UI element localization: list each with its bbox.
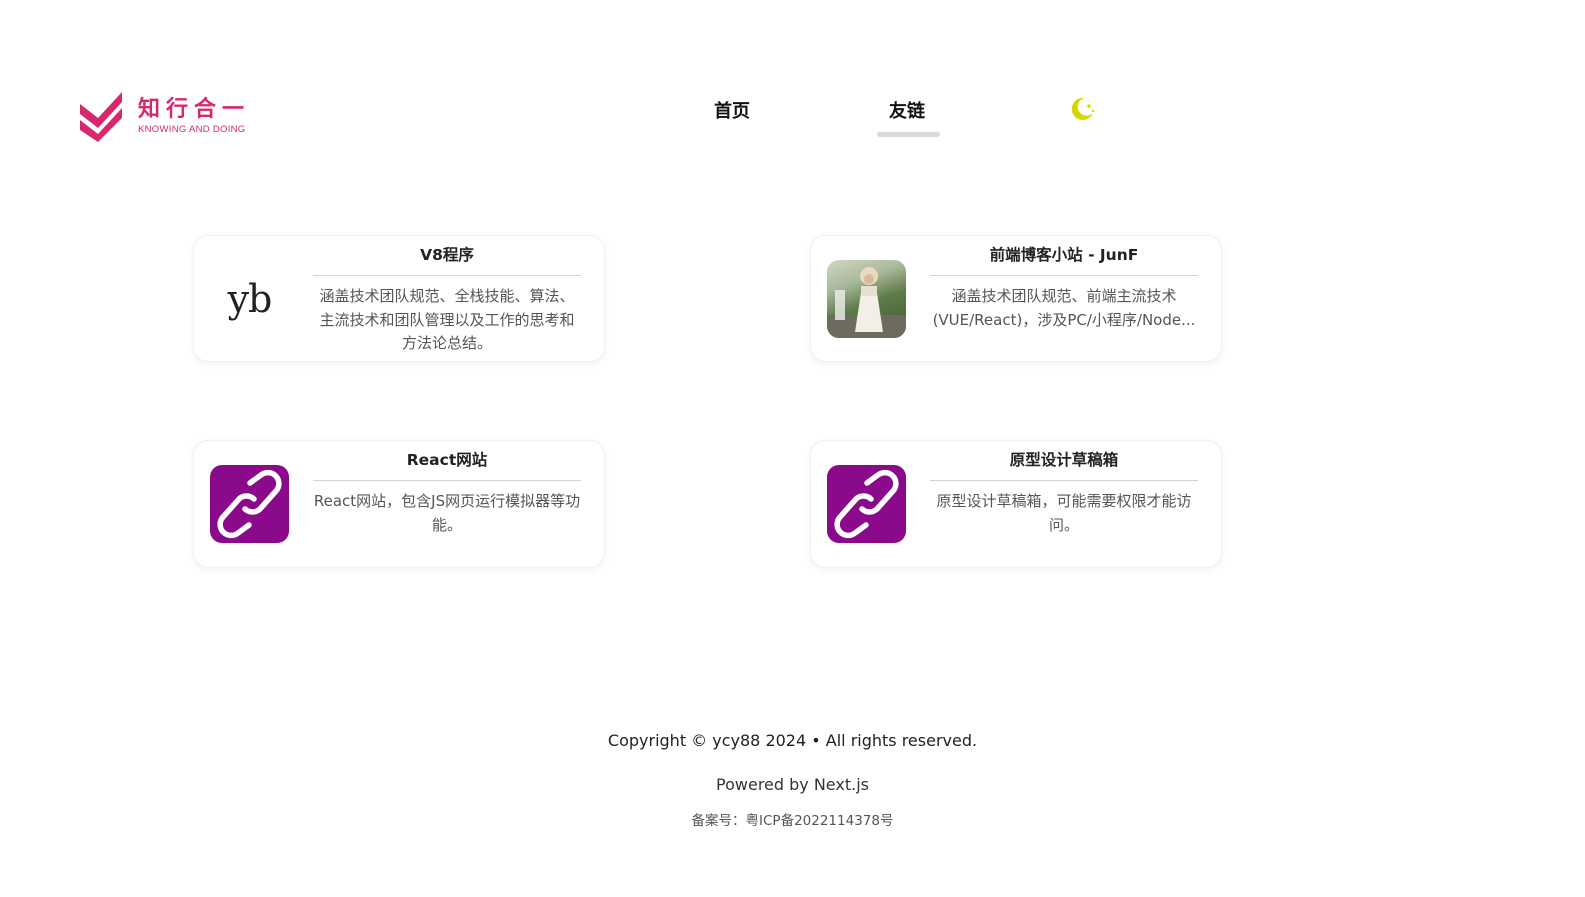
logo-title: 知行合一 <box>138 96 251 122</box>
card-description: 原型设计草稿箱，可能需要权限才能访问。 <box>936 492 1192 534</box>
moon-star-icon <box>1071 97 1095 120</box>
site-logo[interactable]: 知行合一 KNOWING AND DOING <box>78 90 250 142</box>
page: 知行合一 KNOWING AND DOING 首页 友链 yb V8程序 涵盖技… <box>0 0 1585 897</box>
card-body: 原型设计草稿箱 原型设计草稿箱，可能需要权限才能访问。 <box>930 449 1198 537</box>
nav-active-indicator <box>877 132 940 137</box>
card-description: React网站，包含JS网页运行模拟器等功能。 <box>313 492 581 534</box>
friend-link-card[interactable]: 原型设计草稿箱 原型设计草稿箱，可能需要权限才能访问。 <box>811 441 1221 567</box>
card-title: React网站 <box>313 449 581 481</box>
footer-copyright: Copyright © ycy88 2024 • All rights rese… <box>607 731 978 750</box>
card-description: 涵盖技术团队规范、全栈技能、算法、主流技术和团队管理以及工作的思考和方法论总结。 <box>319 287 575 352</box>
friend-link-card[interactable]: React网站 React网站，包含JS网页运行模拟器等功能。 <box>194 441 604 567</box>
card-thumbnail-photo <box>827 260 906 338</box>
friend-link-card[interactable]: 前端博客小站 - JunF 涵盖技术团队规范、前端主流技术(VUE/React)… <box>811 236 1221 361</box>
link-icon <box>217 469 282 539</box>
card-thumbnail <box>827 465 906 543</box>
footer-powered-by: Powered by Next.js <box>716 775 869 794</box>
theme-toggle-button[interactable] <box>1067 94 1097 124</box>
card-title: 原型设计草稿箱 <box>930 449 1198 481</box>
card-body: React网站 React网站，包含JS网页运行模拟器等功能。 <box>313 449 581 537</box>
person-photo-icon <box>827 267 906 338</box>
card-description: 涵盖技术团队规范、前端主流技术(VUE/React)，涉及PC/小程序/Node… <box>932 287 1196 329</box>
double-check-icon <box>80 92 122 142</box>
card-title: 前端博客小站 - JunF <box>930 244 1198 276</box>
logo-subtitle: KNOWING AND DOING <box>138 124 246 135</box>
link-icon <box>834 469 899 539</box>
nav-friend-links[interactable]: 友链 <box>889 97 925 123</box>
card-body: V8程序 涵盖技术团队规范、全栈技能、算法、主流技术和团队管理以及工作的思考和方… <box>313 244 581 356</box>
thumbnail-text: yb <box>227 277 273 321</box>
nav-home[interactable]: 首页 <box>714 97 750 123</box>
footer-icp-link[interactable]: 备案号：粤ICP备2022114378号 <box>0 809 1585 829</box>
card-title: V8程序 <box>313 244 581 276</box>
card-thumbnail <box>210 465 289 543</box>
card-thumbnail: yb <box>210 260 289 338</box>
friend-link-card[interactable]: yb V8程序 涵盖技术团队规范、全栈技能、算法、主流技术和团队管理以及工作的思… <box>194 236 604 361</box>
card-body: 前端博客小站 - JunF 涵盖技术团队规范、前端主流技术(VUE/React)… <box>930 244 1198 332</box>
logo-text: 知行合一 KNOWING AND DOING <box>138 96 250 136</box>
